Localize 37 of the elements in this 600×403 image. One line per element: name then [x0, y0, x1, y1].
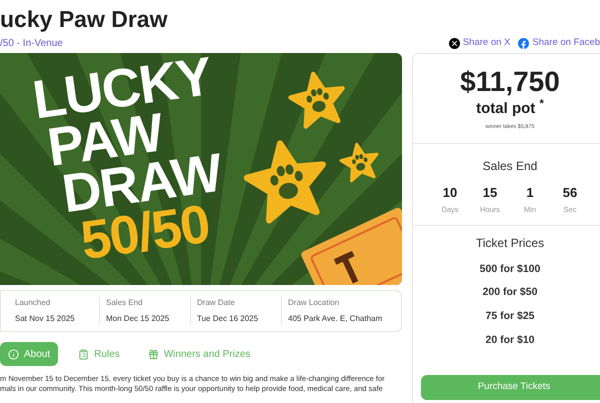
facebook-logo-icon: [518, 38, 530, 48]
countdown-value: 10: [442, 184, 458, 202]
detail-label: Launched: [15, 297, 50, 309]
paw-star-icon: [288, 72, 345, 129]
tab[interactable]: Winners and Prizes: [140, 342, 258, 366]
share-link[interactable]: Share on Faceb: [518, 36, 600, 50]
detail-value: Sat Nov 15 2025: [15, 313, 75, 325]
tab[interactable]: Rules: [70, 342, 128, 366]
detail-label: Draw Location: [288, 297, 340, 309]
ticket-price: 200 for $50: [482, 285, 538, 300]
pot-amount: $11,750: [460, 68, 560, 96]
pot-label: total pot $^{*}$: [476, 98, 544, 119]
countdown-value: 15: [482, 184, 498, 202]
countdown-value: 1: [526, 184, 534, 202]
detail-value: Mon Dec 15 2025: [106, 313, 170, 325]
ticket-price: 500 for $100: [480, 262, 540, 276]
ticket-price: 75 for $25: [485, 309, 535, 324]
clipboard-icon: [78, 348, 90, 360]
detail-value: 405 Park Ave. E, Chatham: [288, 313, 382, 325]
ticket-price: 20 for $10: [485, 332, 535, 348]
detail-label: Sales End: [106, 297, 142, 309]
detail-label: Draw Date: [197, 297, 235, 309]
paw-star-icon: [340, 142, 378, 182]
section-title: Ticket Prices: [476, 234, 544, 252]
paw-star-icon: [244, 140, 326, 224]
gift-icon: [148, 348, 159, 360]
section-title: Sales End: [482, 158, 538, 175]
share-link[interactable]: Share on X: [448, 36, 510, 50]
category-text: /50 - In-Venue: [0, 36, 63, 50]
countdown-value: 56: [562, 184, 578, 202]
tab[interactable]: About: [0, 342, 58, 366]
page-title: ucky Paw Draw: [0, 8, 168, 31]
banner-title-text: LUCKY PAW DRAW 50/50: [30, 53, 226, 270]
detail-value: Tue Dec 16 2025: [197, 313, 258, 325]
purchase-button[interactable]: Purchase Tickets: [421, 374, 600, 400]
info-icon: [8, 348, 19, 360]
x-logo-icon: [448, 38, 460, 48]
